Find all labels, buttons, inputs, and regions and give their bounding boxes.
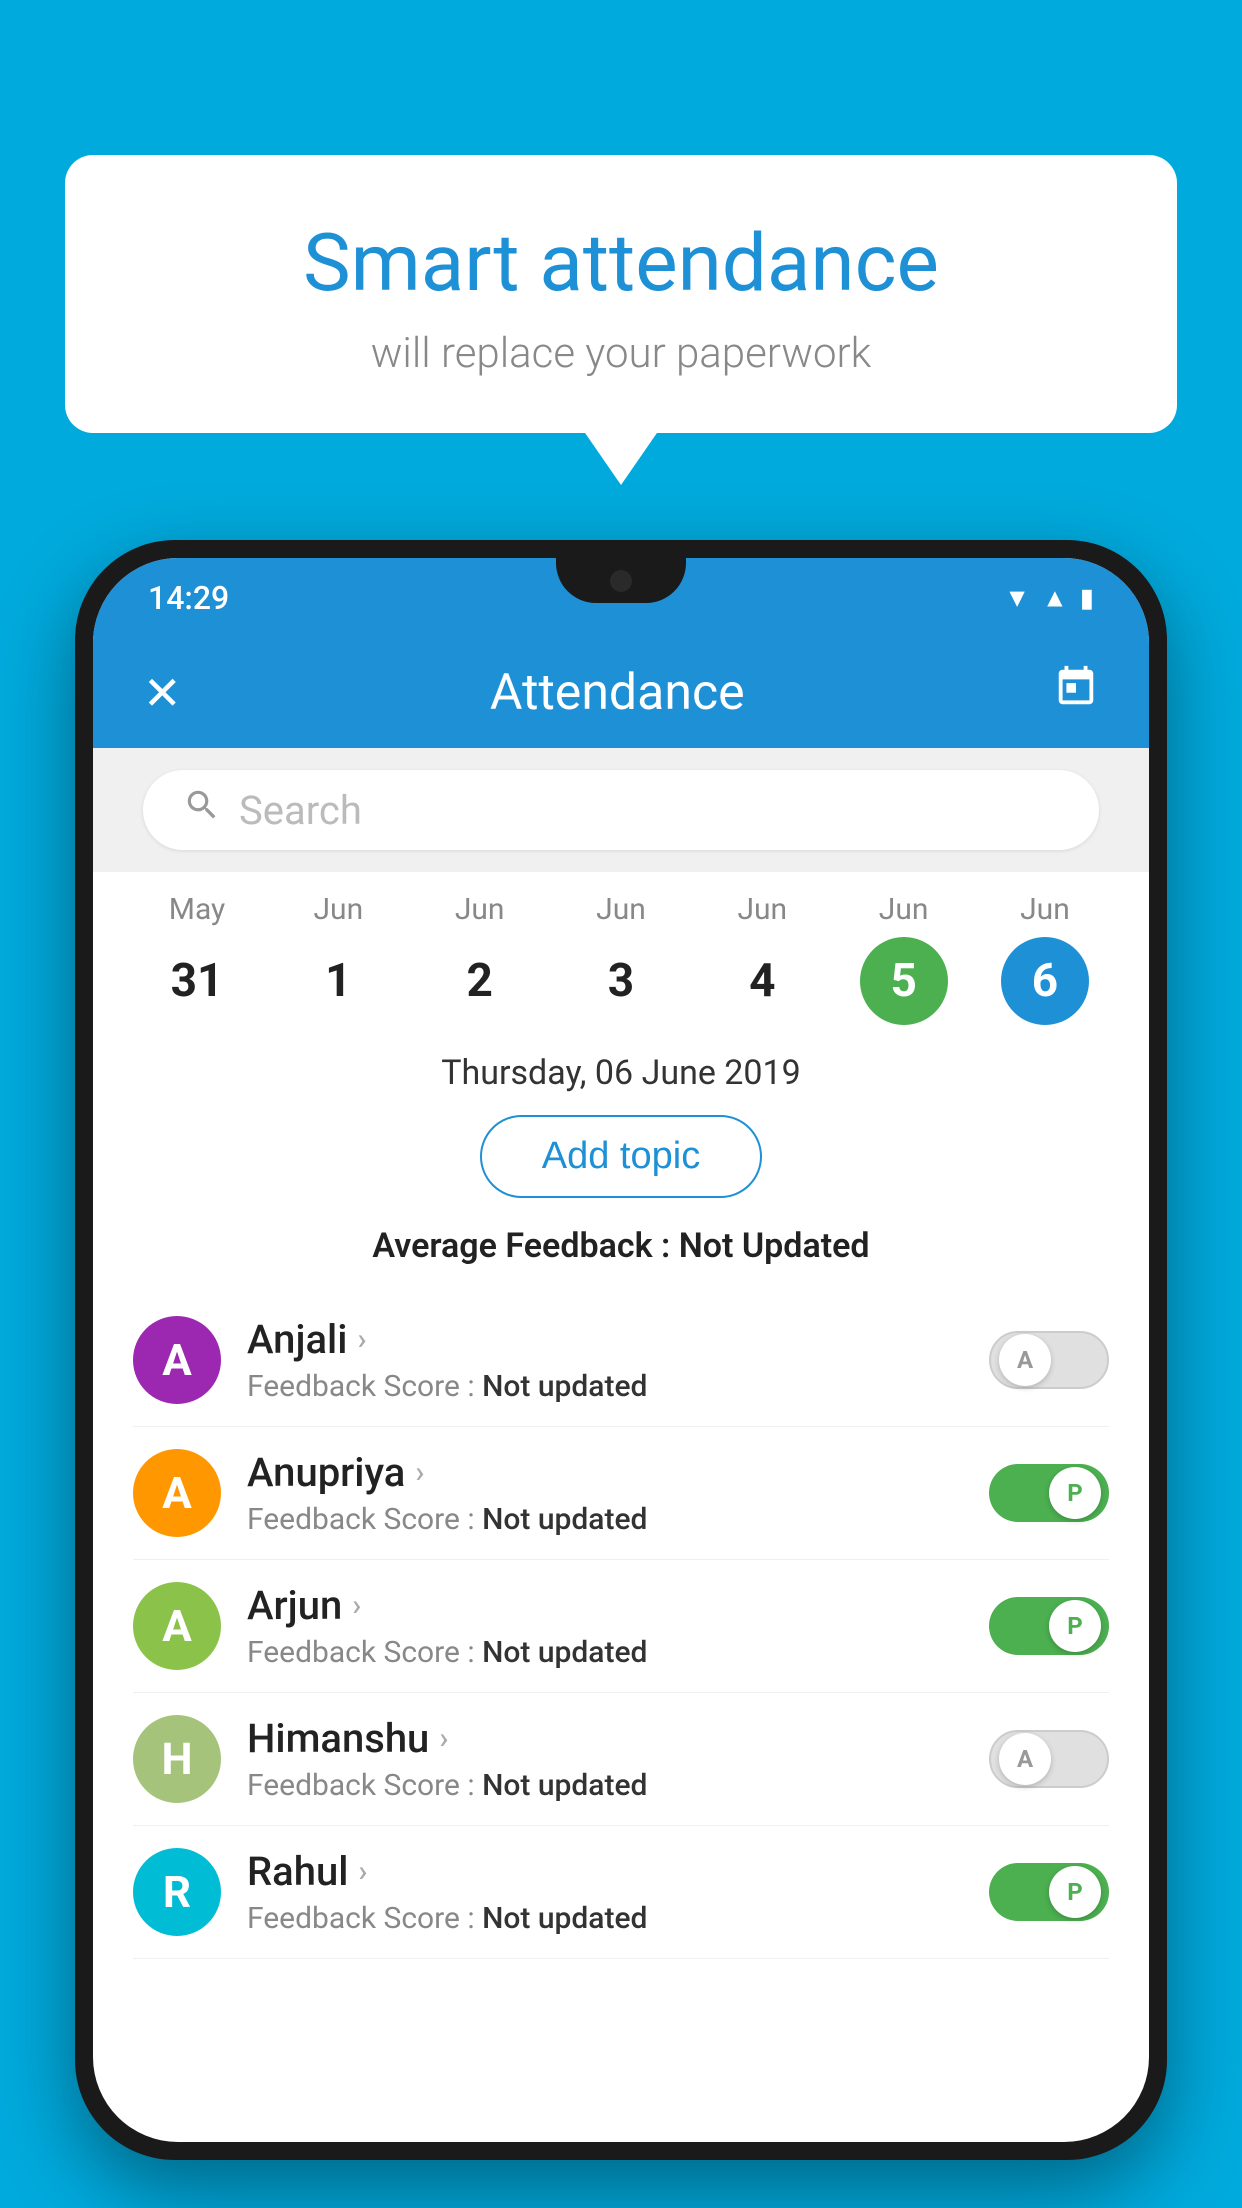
student-row-2[interactable]: A Arjun › Feedback Score : Not updated P [133, 1560, 1109, 1693]
student-avatar-1: A [133, 1449, 221, 1537]
status-time: 14:29 [148, 579, 229, 617]
app-bar-title: Attendance [182, 664, 1053, 722]
status-icons [1004, 583, 1094, 614]
notch [556, 558, 686, 603]
student-avatar-0: A [133, 1316, 221, 1404]
bubble-title: Smart attendance [145, 215, 1097, 311]
camera-dot [610, 570, 632, 592]
student-row-4[interactable]: R Rahul › Feedback Score : Not updated P [133, 1826, 1109, 1959]
student-name-3: Himanshu › [247, 1715, 963, 1762]
attendance-toggle-0[interactable]: A [989, 1331, 1109, 1389]
phone-frame: 14:29 ✕ Attendance [75, 540, 1167, 2160]
student-info-3: Himanshu › Feedback Score : Not updated [247, 1715, 963, 1803]
speech-bubble-container: Smart attendance will replace your paper… [65, 155, 1177, 433]
calendar-strip: May 31 Jun 1 Jun 2 Jun 3 Jun 4 Jun 5 Jun 6 [93, 872, 1149, 1035]
calendar-day-5[interactable]: Jun 5 [840, 892, 968, 1025]
chevron-icon-2: › [352, 1588, 361, 1623]
calendar-day-2[interactable]: Jun 2 [416, 892, 544, 1025]
attendance-toggle-4[interactable]: P [989, 1863, 1109, 1921]
cal-month-4: Jun [737, 892, 787, 927]
student-avatar-3: H [133, 1715, 221, 1803]
student-info-0: Anjali › Feedback Score : Not updated [247, 1316, 963, 1404]
student-feedback-0: Feedback Score : Not updated [247, 1369, 963, 1404]
app-bar: ✕ Attendance [93, 638, 1149, 748]
student-name-1: Anupriya › [247, 1449, 963, 1496]
attendance-toggle-2[interactable]: P [989, 1597, 1109, 1655]
cal-num-5: 5 [860, 937, 948, 1025]
add-topic-button[interactable]: Add topic [480, 1115, 762, 1198]
student-avatar-4: R [133, 1848, 221, 1936]
cal-month-2: Jun [455, 892, 505, 927]
cal-month-6: Jun [1020, 892, 1070, 927]
cal-num-1: 1 [294, 937, 382, 1025]
cal-num-4: 4 [718, 937, 806, 1025]
calendar-day-4[interactable]: Jun 4 [698, 892, 826, 1025]
calendar-day-1[interactable]: Jun 1 [274, 892, 402, 1025]
cal-num-0: 31 [153, 937, 241, 1025]
average-feedback-label: Average Feedback : [372, 1226, 670, 1266]
student-name-0: Anjali › [247, 1316, 963, 1363]
chevron-icon-0: › [357, 1322, 366, 1357]
status-bar: 14:29 [93, 558, 1149, 638]
chevron-icon-4: › [358, 1854, 367, 1889]
attendance-toggle-3[interactable]: A [989, 1730, 1109, 1788]
toggle-knob-3: A [999, 1733, 1051, 1785]
student-name-4: Rahul › [247, 1848, 963, 1895]
average-feedback-value: Not Updated [679, 1226, 870, 1266]
calendar-day-0[interactable]: May 31 [133, 892, 261, 1025]
cal-month-1: Jun [313, 892, 363, 927]
student-row-3[interactable]: H Himanshu › Feedback Score : Not updated A [133, 1693, 1109, 1826]
student-list: AAnjali ›Feedback Score : Not updatedAAA… [93, 1294, 1149, 1959]
student-info-1: Anupriya › Feedback Score : Not updated [247, 1449, 963, 1537]
student-info-4: Rahul › Feedback Score : Not updated [247, 1848, 963, 1936]
toggle-knob-4: P [1049, 1866, 1101, 1918]
chevron-icon-1: › [415, 1455, 424, 1490]
toggle-knob-0: A [999, 1334, 1051, 1386]
student-info-2: Arjun › Feedback Score : Not updated [247, 1582, 963, 1670]
cal-month-0: May [169, 892, 225, 927]
cal-month-3: Jun [596, 892, 646, 927]
calendar-day-6[interactable]: Jun 6 [981, 892, 1109, 1025]
search-icon [183, 786, 221, 834]
student-feedback-1: Feedback Score : Not updated [247, 1502, 963, 1537]
search-container: Search [93, 748, 1149, 872]
calendar-icon-button[interactable] [1053, 664, 1099, 722]
cal-num-3: 3 [577, 937, 665, 1025]
signal-icon [1042, 583, 1068, 614]
bubble-subtitle: will replace your paperwork [145, 329, 1097, 378]
cal-num-2: 2 [436, 937, 524, 1025]
average-feedback: Average Feedback : Not Updated [93, 1226, 1149, 1266]
close-button[interactable]: ✕ [143, 666, 182, 721]
toggle-knob-1: P [1049, 1467, 1101, 1519]
search-input-placeholder: Search [239, 787, 362, 834]
selected-date-label: Thursday, 06 June 2019 [93, 1053, 1149, 1093]
student-row-0[interactable]: A Anjali › Feedback Score : Not updated A [133, 1294, 1109, 1427]
cal-month-5: Jun [879, 892, 929, 927]
toggle-knob-2: P [1049, 1600, 1101, 1652]
phone-inner: 14:29 ✕ Attendance [93, 558, 1149, 2142]
calendar-day-3[interactable]: Jun 3 [557, 892, 685, 1025]
student-name-2: Arjun › [247, 1582, 963, 1629]
battery-icon [1080, 583, 1094, 613]
chevron-icon-3: › [439, 1721, 448, 1756]
speech-bubble: Smart attendance will replace your paper… [65, 155, 1177, 433]
student-feedback-3: Feedback Score : Not updated [247, 1768, 963, 1803]
search-bar[interactable]: Search [143, 770, 1099, 850]
cal-num-6: 6 [1001, 937, 1089, 1025]
wifi-icon [1004, 583, 1030, 614]
student-feedback-4: Feedback Score : Not updated [247, 1901, 963, 1936]
student-avatar-2: A [133, 1582, 221, 1670]
student-row-1[interactable]: A Anupriya › Feedback Score : Not updated P [133, 1427, 1109, 1560]
student-feedback-2: Feedback Score : Not updated [247, 1635, 963, 1670]
attendance-toggle-1[interactable]: P [989, 1464, 1109, 1522]
